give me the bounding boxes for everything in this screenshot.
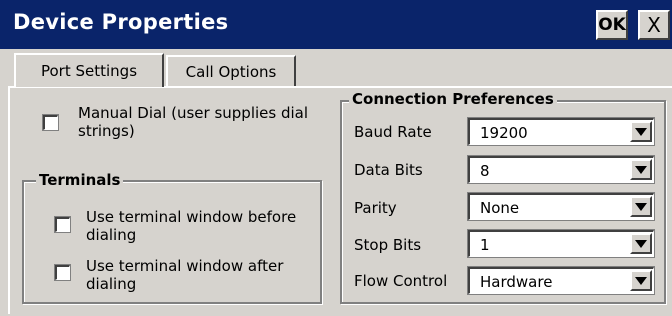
close-button[interactable]: X — [638, 10, 670, 40]
chevron-down-icon[interactable] — [630, 159, 652, 180]
flow-control-select[interactable]: Hardware — [467, 266, 655, 295]
connection-group-title: Connection Preferences — [349, 90, 557, 108]
parity-value: None — [480, 199, 520, 217]
flow-control-label: Flow Control — [354, 272, 448, 290]
ok-button[interactable]: OK — [596, 10, 628, 40]
parity-label: Parity — [354, 199, 397, 217]
data-bits-select[interactable]: 8 — [467, 155, 655, 184]
parity-select[interactable]: None — [467, 192, 655, 221]
tab-port-settings[interactable]: Port Settings — [14, 53, 164, 87]
tab-call-options-label: Call Options — [185, 62, 277, 81]
terminals-group-title: Terminals — [36, 171, 124, 189]
chevron-down-icon[interactable] — [630, 270, 652, 291]
flow-control-value: Hardware — [480, 273, 553, 291]
terminal-before-checkbox[interactable] — [54, 216, 71, 233]
manual-dial-checkbox[interactable] — [42, 114, 59, 131]
stop-bits-value: 1 — [480, 236, 490, 254]
data-bits-value: 8 — [480, 162, 490, 180]
chevron-down-icon[interactable] — [630, 121, 652, 142]
terminal-before-label: Use terminal window before dialing — [86, 208, 297, 244]
tab-port-settings-label: Port Settings — [40, 62, 138, 80]
terminal-after-label: Use terminal window after dialing — [86, 257, 284, 293]
stop-bits-label: Stop Bits — [354, 236, 422, 254]
baud-rate-label: Baud Rate — [354, 123, 432, 141]
chevron-down-icon[interactable] — [630, 233, 652, 254]
window-title: Device Properties — [13, 10, 229, 34]
tab-call-options[interactable]: Call Options — [166, 55, 296, 86]
manual-dial-label: Manual Dial (user supplies dial strings) — [78, 104, 309, 140]
data-bits-label: Data Bits — [354, 161, 423, 179]
stop-bits-select[interactable]: 1 — [467, 229, 655, 258]
terminal-after-checkbox[interactable] — [54, 264, 71, 281]
baud-rate-value: 19200 — [480, 124, 528, 142]
baud-rate-select[interactable]: 19200 — [467, 117, 655, 146]
title-bar: Device Properties OK X — [0, 0, 672, 49]
chevron-down-icon[interactable] — [630, 196, 652, 217]
